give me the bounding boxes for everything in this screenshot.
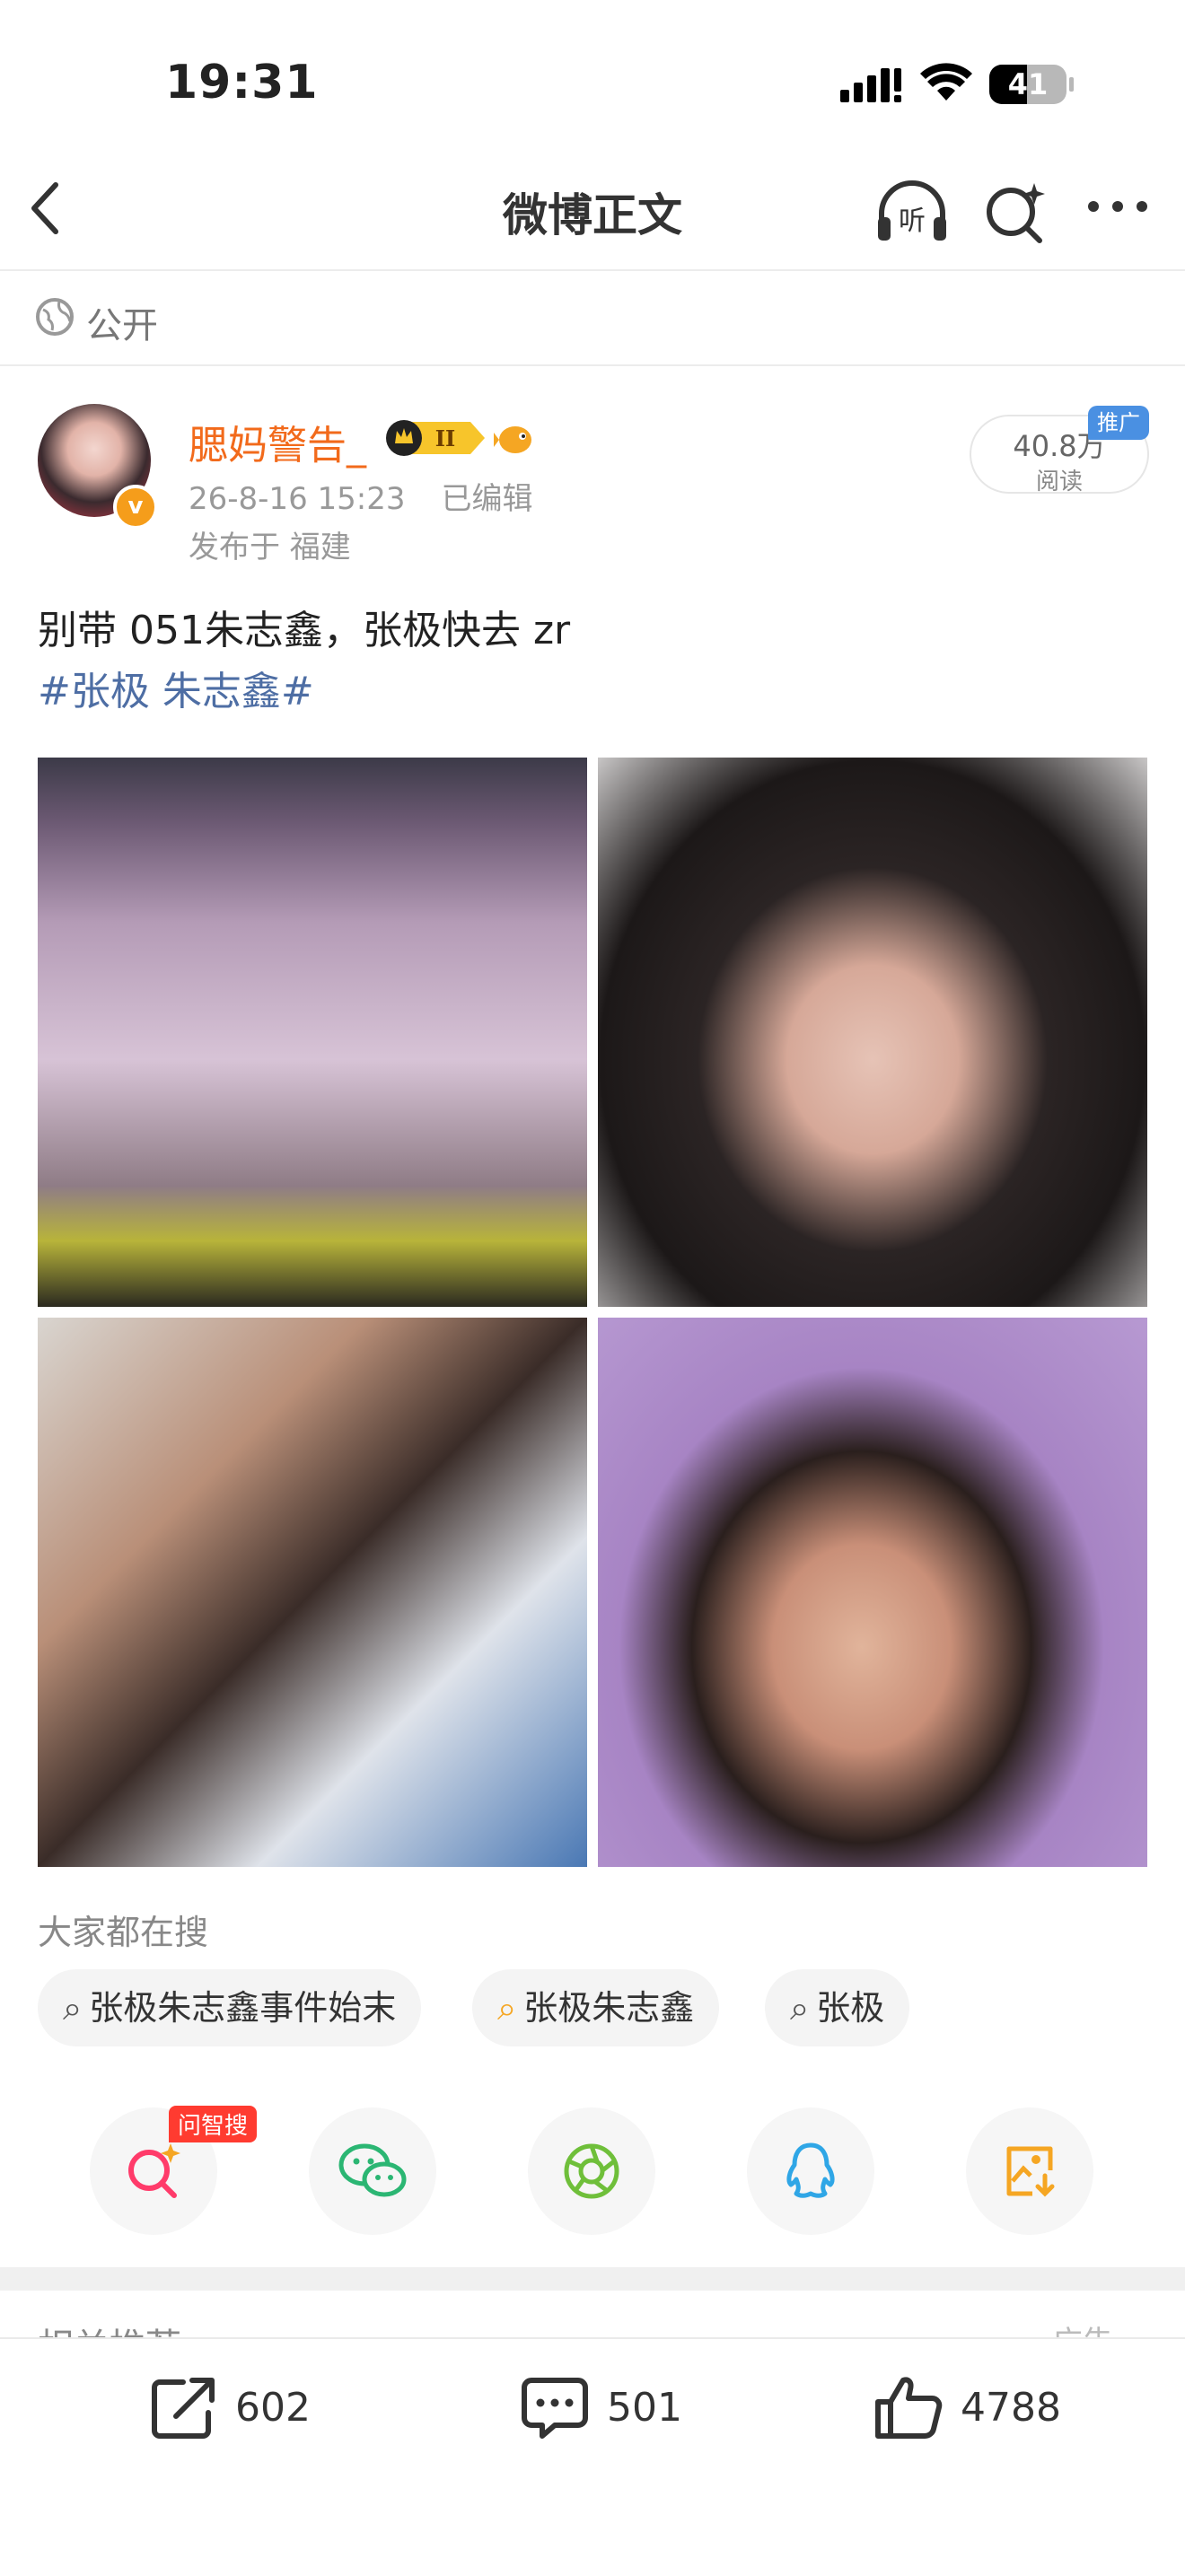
comment-count: 501 [607, 2384, 682, 2431]
svg-text:听: 听 [899, 206, 926, 237]
promo-badge[interactable]: 推广 [1088, 406, 1149, 440]
more-button[interactable] [1086, 199, 1149, 217]
search-sparkle-icon [987, 183, 1045, 243]
cellular-signal-icon [840, 65, 903, 108]
vip-crown-icon: II [384, 418, 488, 461]
battery-icon: 41 [989, 65, 1074, 104]
verified-badge-icon: v [113, 485, 158, 530]
like-count: 4788 [961, 2384, 1061, 2431]
hot-search-icon: ⌕ [497, 1988, 517, 2028]
share-moments-button[interactable] [528, 2107, 655, 2235]
search-icon: ⌕ [790, 1988, 810, 2028]
wechat-icon [338, 2143, 407, 2197]
post-image-1[interactable] [38, 758, 587, 1307]
repost-button[interactable]: 602 [147, 2371, 311, 2443]
search-chip[interactable]: ⌕ 张极 [765, 1969, 910, 2046]
wifi-icon [919, 63, 973, 108]
pufferfish-emoji-icon [494, 420, 535, 461]
headphones-icon: 听 [878, 180, 946, 241]
ai-search-icon [128, 2143, 180, 2198]
svg-text:II: II [435, 425, 455, 451]
post-time: 26-8-16 15:23 [189, 481, 406, 517]
search-chip-label: 张极朱志鑫 [523, 1988, 695, 2028]
repost-count: 602 [235, 2384, 311, 2431]
comment-button[interactable]: 501 [519, 2371, 682, 2443]
search-button[interactable] [984, 180, 1049, 248]
globe-icon [34, 296, 75, 341]
hot-search-title: 大家都在搜 [38, 1913, 209, 1952]
listen-button[interactable]: 听 [874, 178, 950, 250]
post-meta: 26-8-16 15:23 已编辑 [189, 474, 533, 518]
search-chip[interactable]: ⌕ 张极朱志鑫事件始末 [38, 1969, 422, 2046]
battery-level: 41 [1007, 67, 1049, 101]
share-qq-button[interactable] [747, 2107, 874, 2235]
post-location: 发布于 福建 [189, 530, 351, 565]
comment-icon [522, 2378, 588, 2439]
status-time: 19:31 [165, 56, 319, 110]
author-name[interactable]: 腮妈警告_ [189, 413, 366, 470]
image-download-icon [1006, 2146, 1055, 2197]
post-text: 别带 051朱志鑫，张极快去 zr [38, 608, 571, 653]
post-image-4[interactable] [598, 1318, 1147, 1867]
search-chip-label: 张极 [816, 1988, 885, 2028]
search-icon: ⌕ [63, 1988, 83, 2028]
post-image-2[interactable] [598, 758, 1147, 1307]
share-wechat-button[interactable] [309, 2107, 436, 2235]
search-chip[interactable]: ⌕ 张极朱志鑫 [472, 1969, 720, 2046]
search-chip-label: 张极朱志鑫事件始末 [89, 1988, 397, 2028]
like-button[interactable]: 4788 [873, 2371, 1061, 2443]
post-image-3[interactable] [38, 1318, 587, 1867]
ask-search-badge: 问智搜 [169, 2106, 258, 2142]
hashtag-link[interactable]: #张极 朱志鑫# [38, 659, 314, 716]
views-label: 阅读 [1035, 469, 1083, 495]
visibility-label: 公开 [86, 305, 158, 346]
section-separator [0, 2267, 1185, 2291]
more-dots-icon [1088, 201, 1147, 212]
moments-aperture-icon [564, 2143, 619, 2199]
thumbs-up-icon [875, 2377, 943, 2439]
repost-icon [152, 2378, 215, 2439]
save-image-button[interactable] [966, 2107, 1093, 2235]
qq-penguin-icon [786, 2142, 835, 2198]
edited-label[interactable]: 已编辑 [442, 481, 533, 517]
